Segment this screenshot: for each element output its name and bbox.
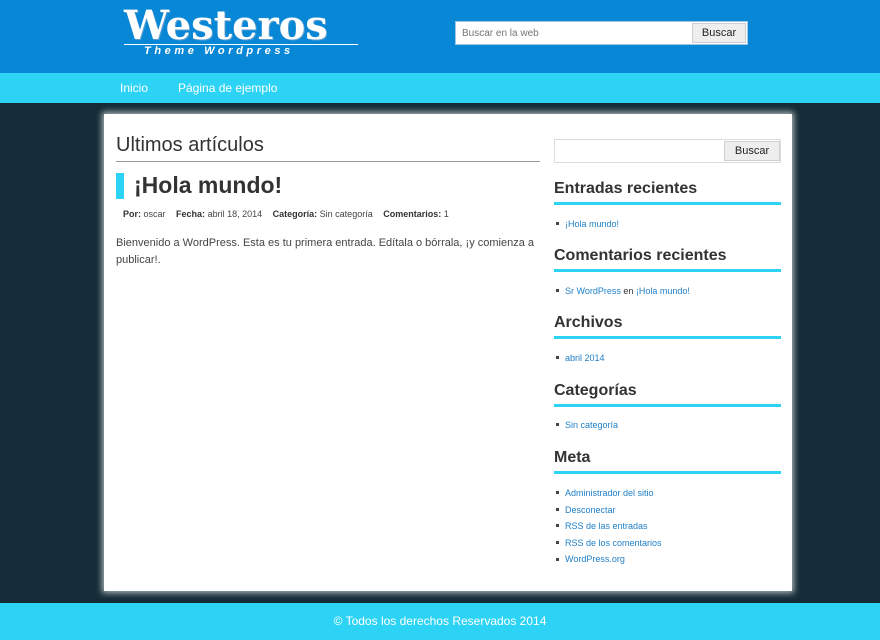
post-comments-count[interactable]: 1	[444, 209, 449, 219]
recent-post-link[interactable]: ¡Hola mundo!	[565, 219, 619, 229]
meta-link-admin[interactable]: Administrador del sitio	[565, 488, 654, 498]
list-item: RSS de las entradas	[554, 518, 662, 535]
site-header: Westeros Theme Wordpress Buscar	[0, 0, 880, 73]
widget-title-meta: Meta	[554, 449, 591, 466]
sidebar-search-form: Buscar	[554, 139, 781, 163]
header-search-form: Buscar	[455, 21, 748, 45]
archive-link[interactable]: abril 2014	[565, 353, 605, 363]
logo-text: Westeros	[124, 2, 328, 49]
list-item: WordPress.org	[554, 551, 662, 568]
post-meta: Por: oscar Fecha: abril 18, 2014 Categor…	[123, 209, 449, 219]
widget-divider	[554, 404, 781, 407]
logo-subtitle: Theme Wordpress	[144, 45, 294, 57]
list-item: RSS de los comentarios	[554, 535, 662, 552]
widget-title-archivos: Archivos	[554, 314, 623, 331]
sidebar-search-button[interactable]: Buscar	[724, 141, 780, 161]
bullet-icon	[556, 222, 559, 226]
bullet-icon	[556, 289, 559, 293]
bullet-icon	[556, 507, 559, 511]
widget-title-comentarios-recientes: Comentarios recientes	[554, 247, 727, 264]
bullet-icon	[556, 524, 559, 528]
meta-link-rss-entries[interactable]: RSS de las entradas	[565, 521, 648, 531]
widget-divider	[554, 471, 781, 474]
content-panel: Ultimos artículos ¡Hola mundo! Por: osca…	[104, 114, 792, 591]
categories-list: Sin categoría	[554, 417, 618, 434]
footer-copyright: © Todos los derechos Reservados 2014	[333, 614, 547, 628]
comment-connector: en	[620, 286, 636, 296]
bullet-icon	[556, 540, 559, 544]
post-title[interactable]: ¡Hola mundo!	[134, 172, 282, 199]
sidebar-search-input[interactable]	[558, 142, 722, 162]
meta-link-wordpress[interactable]: WordPress.org	[565, 554, 625, 564]
post-category[interactable]: Sin categoría	[320, 209, 373, 219]
nav-item-inicio[interactable]: Inicio	[120, 81, 148, 95]
widget-divider	[554, 336, 781, 339]
widget-title-entradas-recientes: Entradas recientes	[554, 180, 698, 197]
header-search-input[interactable]	[460, 24, 689, 42]
site-logo[interactable]: Westeros Theme Wordpress	[124, 4, 359, 64]
list-item: abril 2014	[554, 350, 605, 367]
list-item: Sr WordPress en ¡Hola mundo!	[554, 283, 690, 300]
list-item: Administrador del sitio	[554, 485, 662, 502]
widget-divider	[554, 269, 781, 272]
list-item: ¡Hola mundo!	[554, 216, 619, 233]
post-title-accent	[116, 173, 124, 199]
nav-item-pagina-de-ejemplo[interactable]: Página de ejemplo	[178, 81, 277, 95]
recent-comments-list: Sr WordPress en ¡Hola mundo!	[554, 283, 690, 300]
comment-post-link[interactable]: ¡Hola mundo!	[636, 286, 690, 296]
category-label: Categoría:	[272, 209, 318, 219]
comments-label: Comentarios:	[383, 209, 442, 219]
header-search-button[interactable]: Buscar	[692, 23, 746, 43]
widget-divider	[554, 202, 781, 205]
bullet-icon	[556, 491, 559, 495]
date-label: Fecha:	[176, 209, 206, 219]
section-title: Ultimos artículos	[116, 134, 264, 156]
widget-title-categorias: Categorías	[554, 382, 637, 399]
meta-link-logout[interactable]: Desconectar	[565, 505, 616, 515]
category-link[interactable]: Sin categoría	[565, 420, 618, 430]
bullet-icon	[556, 557, 559, 561]
bullet-icon	[556, 423, 559, 427]
site-footer: © Todos los derechos Reservados 2014	[0, 603, 880, 640]
comment-author-link[interactable]: Sr WordPress	[565, 286, 621, 296]
section-divider	[116, 161, 540, 162]
recent-posts-list: ¡Hola mundo!	[554, 216, 619, 233]
meta-link-rss-comments[interactable]: RSS de los comentarios	[565, 538, 662, 548]
author-label: Por:	[123, 209, 141, 219]
list-item: Sin categoría	[554, 417, 618, 434]
list-item: Desconectar	[554, 502, 662, 519]
post-body: Bienvenido a WordPress. Esta es tu prime…	[116, 237, 535, 266]
post-date: abril 18, 2014	[207, 209, 263, 219]
post-author[interactable]: oscar	[144, 209, 166, 219]
main-nav: Inicio Página de ejemplo	[0, 73, 880, 103]
meta-list: Administrador del sitio Desconectar RSS …	[554, 485, 662, 568]
bullet-icon	[556, 356, 559, 360]
archives-list: abril 2014	[554, 350, 605, 367]
